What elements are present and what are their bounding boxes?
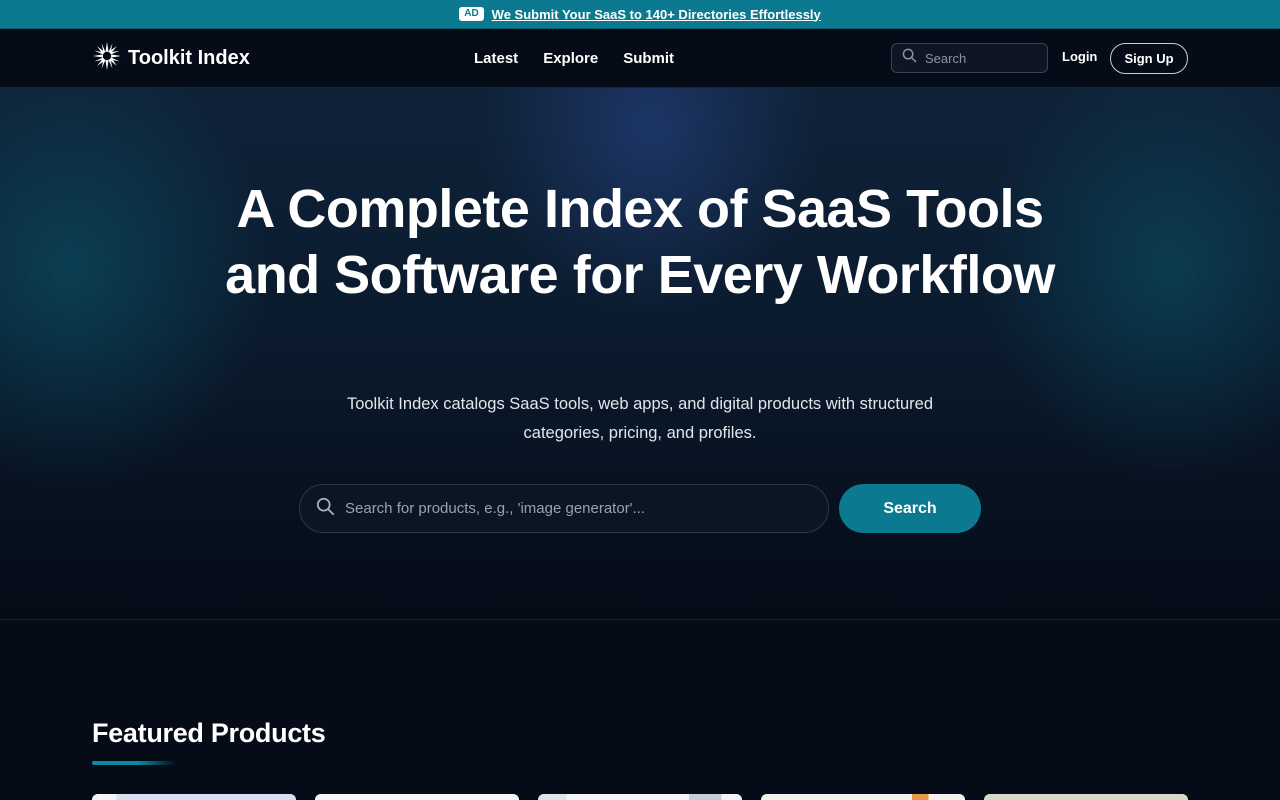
nav-search-input[interactable]	[925, 50, 1035, 66]
product-card[interactable]	[761, 794, 965, 800]
featured-title-underline	[92, 761, 176, 765]
nav-link-latest[interactable]: Latest	[474, 50, 518, 67]
product-card[interactable]	[92, 794, 296, 800]
starburst-logo-icon	[92, 41, 122, 76]
nav-link-explore[interactable]: Explore	[543, 50, 598, 67]
featured-title: Featured Products	[92, 718, 326, 748]
search-icon	[316, 497, 335, 521]
product-card[interactable]	[984, 794, 1188, 800]
ad-bar: AD We Submit Your SaaS to 140+ Directori…	[0, 0, 1280, 29]
ad-link[interactable]: We Submit Your SaaS to 140+ Directories …	[492, 7, 821, 22]
featured-products-grid	[92, 794, 1188, 800]
brand-logo-link[interactable]: Toolkit Index	[92, 41, 250, 76]
hero-search-box[interactable]	[299, 484, 829, 533]
ad-badge: AD	[459, 7, 484, 21]
product-card[interactable]	[315, 794, 519, 800]
hero-search-input[interactable]	[345, 500, 805, 517]
hero-search-button[interactable]: Search	[839, 484, 981, 533]
brand-name: Toolkit Index	[128, 46, 250, 69]
nav-link-submit[interactable]: Submit	[623, 50, 674, 67]
product-card[interactable]	[538, 794, 742, 800]
navbar: Toolkit Index Latest Explore Submit Logi…	[0, 29, 1280, 88]
hero-section: A Complete Index of SaaS Tools and Softw…	[0, 88, 1280, 620]
primary-nav: Latest Explore Submit	[474, 29, 674, 87]
nav-search-box[interactable]	[891, 43, 1048, 73]
signup-button[interactable]: Sign Up	[1110, 43, 1188, 74]
login-link[interactable]: Login	[1062, 49, 1097, 64]
hero-title: A Complete Index of SaaS Tools and Softw…	[225, 179, 1055, 305]
search-icon	[902, 48, 917, 68]
hero-subtitle: Toolkit Index catalogs SaaS tools, web a…	[346, 395, 934, 442]
